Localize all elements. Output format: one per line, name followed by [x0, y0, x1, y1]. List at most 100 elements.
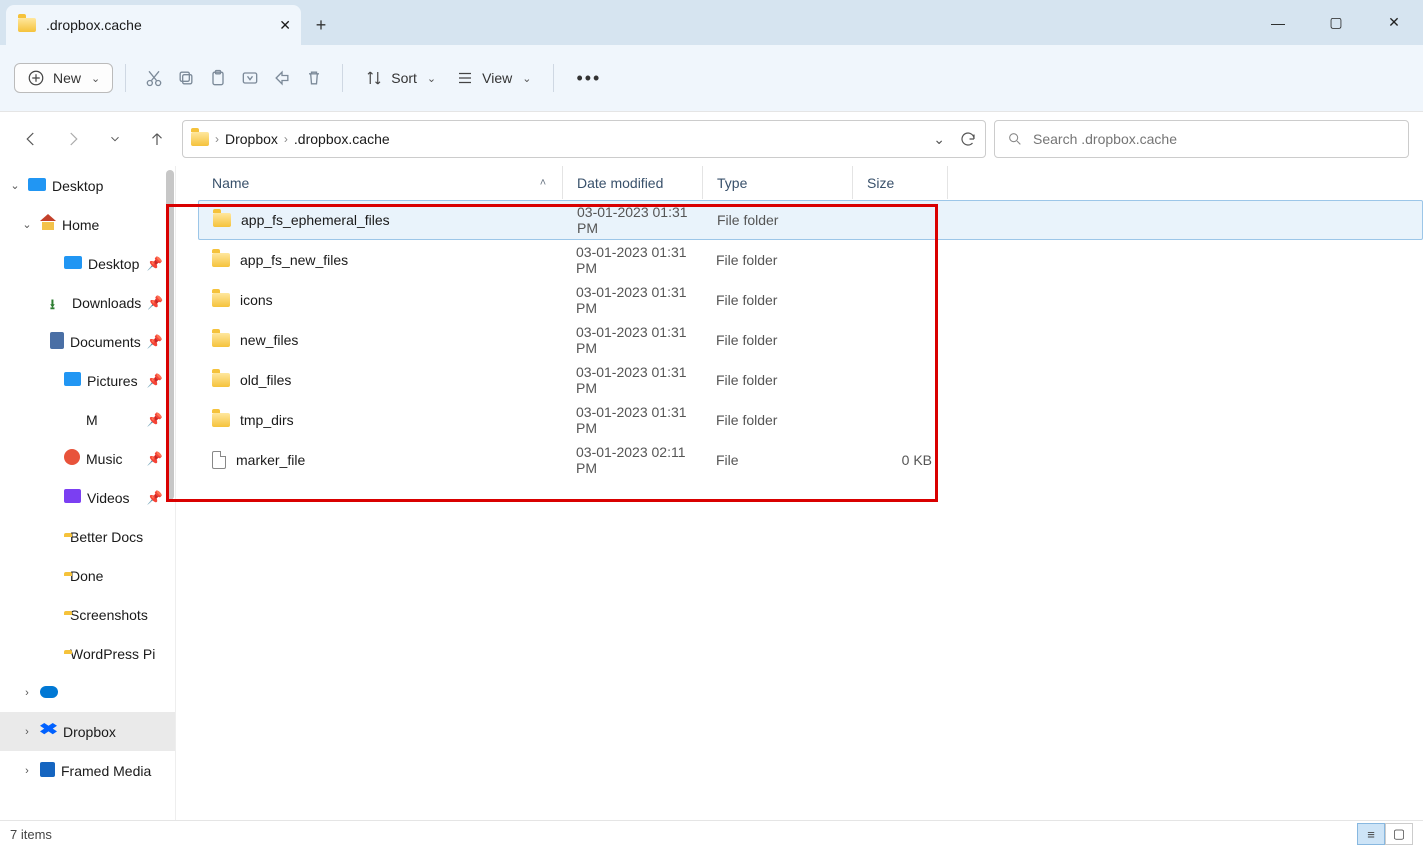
view-label: View	[482, 70, 512, 86]
sidebar-item-icon	[40, 685, 58, 701]
more-button[interactable]: •••	[566, 62, 611, 95]
file-type: File folder	[716, 412, 777, 428]
column-header-date[interactable]: Date modified	[562, 166, 702, 199]
file-name: marker_file	[236, 452, 305, 468]
divider	[342, 64, 343, 92]
view-details-button[interactable]: ≡	[1357, 823, 1385, 845]
sidebar-item-label: Done	[70, 568, 103, 584]
close-tab-button[interactable]: ✕	[279, 17, 291, 34]
file-type: File folder	[717, 212, 778, 228]
chevron-down-icon[interactable]: ⌄	[933, 131, 945, 148]
file-row[interactable]: tmp_dirs03-01-2023 01:31 PMFile folder	[198, 400, 1423, 440]
breadcrumb-item[interactable]: .dropbox.cache	[294, 131, 390, 147]
column-header-type[interactable]: Type	[702, 166, 852, 199]
sidebar-item[interactable]: ›Dropbox	[0, 712, 175, 751]
view-thumbnails-button[interactable]: ▢	[1385, 823, 1413, 845]
maximize-button[interactable]: ▢	[1307, 0, 1365, 45]
view-button[interactable]: View ⌄	[446, 63, 541, 93]
sidebar-item[interactable]: WordPress Pi	[0, 634, 175, 673]
chevron-down-icon: ⌄	[8, 179, 22, 192]
file-icon	[212, 451, 226, 469]
sidebar-item-label: Music	[86, 451, 123, 467]
search-input[interactable]	[1033, 131, 1396, 147]
sidebar-item-label: Home	[62, 217, 99, 233]
sidebar-item[interactable]: M📌	[0, 400, 175, 439]
file-type: File	[716, 452, 739, 468]
sidebar-item[interactable]: Documents📌	[0, 322, 175, 361]
search-box[interactable]	[994, 120, 1409, 158]
new-button[interactable]: New ⌄	[14, 63, 113, 93]
sidebar-item[interactable]: ⭳Downloads📌	[0, 283, 175, 322]
folder-icon	[212, 293, 230, 307]
recent-button[interactable]	[98, 122, 132, 156]
sidebar-item-icon	[50, 332, 64, 352]
file-row[interactable]: marker_file03-01-2023 02:11 PMFile0 KB	[198, 440, 1423, 480]
sidebar-item[interactable]: ⌄Home	[0, 205, 175, 244]
file-type: File folder	[716, 292, 777, 308]
file-date: 03-01-2023 01:31 PM	[576, 244, 702, 276]
sidebar-item-icon	[40, 762, 55, 780]
column-header-name[interactable]: Name	[198, 166, 524, 199]
sidebar-item-label: Desktop	[52, 178, 103, 194]
delete-button[interactable]	[298, 62, 330, 94]
sidebar-item[interactable]: ›Framed Media	[0, 751, 175, 790]
file-date: 03-01-2023 01:31 PM	[576, 404, 702, 436]
sidebar-item-label: Downloads	[72, 295, 141, 311]
share-button[interactable]	[266, 62, 298, 94]
folder-icon	[212, 373, 230, 387]
folder-icon	[212, 413, 230, 427]
chevron-down-icon: ⌄	[427, 72, 436, 85]
sidebar-item[interactable]: Desktop📌	[0, 244, 175, 283]
list-icon	[456, 69, 474, 87]
sidebar-item[interactable]: ›	[0, 673, 175, 712]
sort-button[interactable]: Sort ⌄	[355, 63, 446, 93]
back-button[interactable]	[14, 122, 48, 156]
sidebar-item-label: Desktop	[88, 256, 139, 272]
file-row[interactable]: app_fs_new_files03-01-2023 01:31 PMFile …	[198, 240, 1423, 280]
sidebar-item[interactable]: Screenshots	[0, 595, 175, 634]
file-name: icons	[240, 292, 273, 308]
window-controls: — ▢ ✕	[1249, 0, 1423, 45]
forward-button[interactable]	[56, 122, 90, 156]
window-tab[interactable]: .dropbox.cache ✕	[6, 5, 301, 45]
folder-icon	[213, 213, 231, 227]
column-header-row: Name ˄ Date modified Type Size	[198, 166, 1423, 200]
close-window-button[interactable]: ✕	[1365, 0, 1423, 45]
sidebar-item[interactable]: Done	[0, 556, 175, 595]
file-row[interactable]: icons03-01-2023 01:31 PMFile folder	[198, 280, 1423, 320]
new-tab-button[interactable]: +	[301, 5, 341, 45]
sidebar-item[interactable]: Music📌	[0, 439, 175, 478]
breadcrumb-item[interactable]: Dropbox	[225, 131, 278, 147]
paste-button[interactable]	[202, 62, 234, 94]
sort-icon	[365, 69, 383, 87]
breadcrumb-bar[interactable]: › Dropbox › .dropbox.cache ⌄	[182, 120, 986, 158]
scroll-thumb[interactable]	[166, 170, 174, 500]
pin-icon: 📌	[147, 295, 163, 311]
cut-button[interactable]	[138, 62, 170, 94]
chevron-right-icon: ›	[20, 687, 34, 699]
minimize-button[interactable]: —	[1249, 0, 1307, 45]
file-type: File folder	[716, 332, 777, 348]
file-row[interactable]: app_fs_ephemeral_files03-01-2023 01:31 P…	[198, 200, 1423, 240]
refresh-icon[interactable]	[959, 130, 977, 148]
sidebar-item[interactable]: Better Docs	[0, 517, 175, 556]
sidebar-item-label: Documents	[70, 334, 141, 350]
sidebar-item-icon	[28, 178, 46, 194]
sidebar: ⌄Desktop⌄HomeDesktop📌⭳Downloads📌Document…	[0, 166, 175, 820]
copy-button[interactable]	[170, 62, 202, 94]
sidebar-scrollbar[interactable]	[165, 166, 175, 820]
up-button[interactable]	[140, 122, 174, 156]
chevron-down-icon: ⌄	[522, 72, 531, 85]
file-date: 03-01-2023 01:31 PM	[576, 324, 702, 356]
sidebar-item[interactable]: Pictures📌	[0, 361, 175, 400]
file-type: File folder	[716, 252, 777, 268]
sidebar-item[interactable]: Videos📌	[0, 478, 175, 517]
sidebar-item[interactable]: ⌄ Desktop	[0, 166, 175, 205]
rename-button[interactable]	[234, 62, 266, 94]
file-row[interactable]: old_files03-01-2023 01:31 PMFile folder	[198, 360, 1423, 400]
file-list-pane: Name ˄ Date modified Type Size app_fs_ep…	[175, 166, 1423, 820]
file-row[interactable]: new_files03-01-2023 01:31 PMFile folder	[198, 320, 1423, 360]
column-header-size[interactable]: Size	[852, 166, 948, 199]
pin-icon: 📌	[147, 373, 163, 389]
tab-title: .dropbox.cache	[46, 17, 142, 33]
